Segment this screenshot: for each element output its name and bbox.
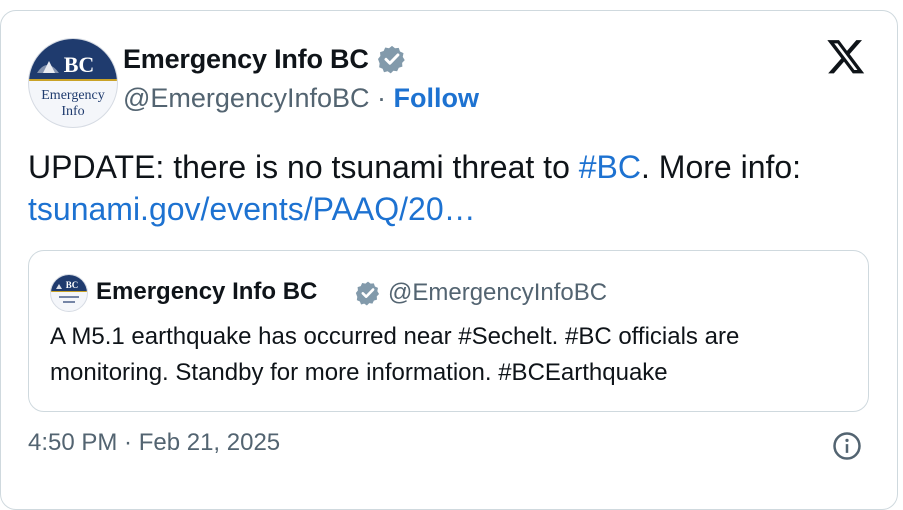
avatar-line1: Emergency bbox=[41, 88, 105, 103]
separator-dot: · bbox=[377, 83, 387, 113]
hashtag-link[interactable]: #BC bbox=[579, 149, 641, 185]
quoted-author-handle: @EmergencyInfoBC bbox=[388, 279, 608, 306]
avatar-logo-text: BC bbox=[64, 52, 95, 77]
author-handle-row: @EmergencyInfoBC · Follow bbox=[123, 83, 479, 114]
follow-button[interactable]: Follow bbox=[394, 83, 479, 113]
author-avatar[interactable]: BC Emergency Info bbox=[28, 38, 118, 128]
quoted-tweet[interactable]: BC Emergency Info BC @EmergencyInfoBC A … bbox=[28, 250, 869, 412]
external-link[interactable]: tsunami.gov/events/PAAQ/20… bbox=[28, 191, 476, 227]
verified-badge-icon bbox=[355, 280, 381, 306]
x-logo-icon[interactable] bbox=[826, 36, 866, 76]
info-icon[interactable] bbox=[832, 431, 862, 461]
tweet-timestamp[interactable]: 4:50 PM · Feb 21, 2025 bbox=[28, 429, 280, 457]
author-handle[interactable]: @EmergencyInfoBC bbox=[123, 83, 370, 113]
quoted-tweet-text: A M5.1 earthquake has occurred near #Sec… bbox=[50, 323, 740, 386]
tweet-text-part1: UPDATE: there is no tsunami threat to bbox=[28, 149, 579, 185]
quoted-avatar-logo-text: BC bbox=[66, 280, 79, 290]
verified-badge-icon bbox=[377, 44, 407, 74]
avatar-line2: Info bbox=[61, 104, 84, 119]
tweet-text-part2: . More info: bbox=[641, 149, 802, 185]
tweet-text: UPDATE: there is no tsunami threat to #B… bbox=[28, 146, 868, 230]
quoted-author-avatar: BC bbox=[50, 274, 88, 312]
author-name[interactable]: Emergency Info BC bbox=[123, 44, 369, 75]
quoted-author-name: Emergency Info BC bbox=[96, 278, 318, 305]
